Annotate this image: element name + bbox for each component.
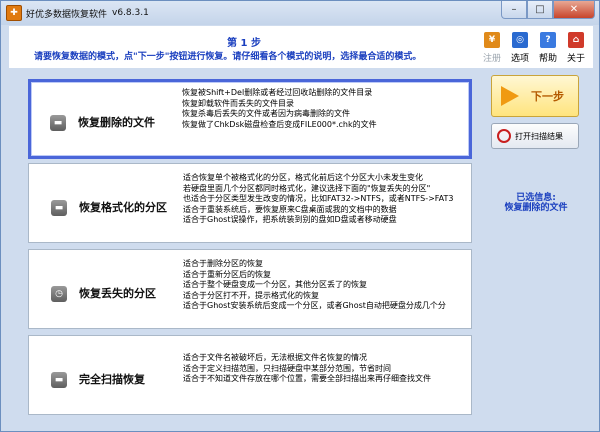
- mode-desc-line: 也适合于分区类型发生改变的情况，比如FAT32->NTFS，或者NTFS->FA…: [183, 194, 454, 203]
- mode-description: 适合于文件名被破坏后，无法根据文件名恢复的情况 适合于定义扫描范围，只扫描硬盘中…: [183, 336, 471, 414]
- mode-desc-line: 适合于整个硬盘变成一个分区，其他分区丢了的恢复: [183, 280, 367, 289]
- next-step-button[interactable]: 下一步: [491, 75, 579, 117]
- step-instruction: 请要恢复数据的模式，点"下一步"按钮进行恢复。请仔细看各个模式的说明，选择最合适…: [34, 52, 422, 62]
- mode-desc-line: 适合恢复单个被格式化的分区，格式化前后这个分区大小未发生变化: [183, 173, 423, 182]
- arrow-right-icon: [501, 86, 519, 106]
- step-header: 第 1 步 请要恢复数据的模式，点"下一步"按钮进行恢复。请仔细看各个模式的说明…: [9, 26, 593, 68]
- cart-icon: ¥: [484, 32, 500, 48]
- window-version: v6.8.3.1: [112, 8, 149, 18]
- help-icon: ?: [540, 32, 556, 48]
- mode-desc-line: 若硬盘里面几个分区都同时格式化，建议选择下面的"恢复丢失的分区": [183, 183, 431, 193]
- mode-option-recover-deleted[interactable]: ▬ 恢复删除的文件 恢复被Shift+Del删除或者经过回收站删除的文件目录 恢…: [28, 79, 472, 159]
- window-controls: – □ ✕: [501, 1, 595, 21]
- toolbar: ¥ 注册 ◎ 选项 ? 帮助 ⌂ 关于: [480, 32, 588, 64]
- home-icon: ⌂: [568, 32, 584, 48]
- help-label: 帮助: [538, 54, 557, 64]
- mode-desc-line: 适合于重装系统后，要恢复原来C盘桌面或我的文档中的数据: [183, 204, 397, 214]
- open-scan-result-label: 打开扫描结果: [515, 131, 563, 141]
- disk-icon: ▬: [50, 115, 66, 131]
- options-icon: ◎: [512, 32, 528, 48]
- mode-description: 恢复被Shift+Del删除或者经过回收站删除的文件目录 恢复卸载软件而丢失的文…: [182, 82, 469, 156]
- close-button[interactable]: ✕: [553, 1, 595, 19]
- mode-desc-line: 恢复被Shift+Del删除或者经过回收站删除的文件目录: [182, 88, 373, 97]
- clock-icon: ◷: [51, 286, 67, 302]
- mode-desc-line: 适合于Ghost安装系统后变成一个分区，或者Ghost自动把硬盘分成几个分: [183, 301, 446, 310]
- selected-info-value: 恢复删除的文件: [504, 203, 568, 213]
- mode-desc-line: 适合于定义扫描范围，只扫描硬盘中某部分范围，节省时间: [183, 363, 391, 373]
- app-window: ✚ 好优多数据恢复软件 v6.8.3.1 – □ ✕ 第 1 步 请要恢复数据的…: [0, 0, 600, 432]
- mode-desc-line: 恢复做了ChkDsk磁盘检查后变成FILE000*.chk的文件: [182, 119, 377, 129]
- disk-icon: ▬: [51, 372, 67, 388]
- mode-option-recover-formatted[interactable]: ▬ 恢复格式化的分区 适合恢复单个被格式化的分区，格式化前后这个分区大小未发生变…: [28, 163, 472, 243]
- mode-name: 完全扫描恢复: [79, 373, 145, 386]
- mode-name: 恢复格式化的分区: [79, 201, 167, 214]
- mode-option-full-scan[interactable]: ▬ 完全扫描恢复 适合于文件名被破坏后，无法根据文件名恢复的情况 适合于定义扫描…: [28, 335, 472, 415]
- options-label: 选项: [510, 54, 529, 64]
- action-panel: 下一步 打开扫描结果 已选信息: 恢复删除的文件: [477, 69, 595, 427]
- mode-desc-line: 适合于分区打不开，提示格式化的恢复: [183, 290, 319, 300]
- mode-desc-line: 恢复卸载软件而丢失的文件目录: [182, 98, 294, 108]
- mode-option-recover-lost-partition[interactable]: ◷ 恢复丢失的分区 适合于删除分区的恢复 适合于重新分区后的恢复 适合于整个硬盘…: [28, 249, 472, 329]
- mode-desc-line: 恢复杀毒后丢失的文件或者因为病毒删除的文件: [182, 109, 350, 118]
- step-title: 第 1 步: [227, 38, 261, 49]
- open-scan-result-button[interactable]: 打开扫描结果: [491, 123, 579, 149]
- mode-desc-line: 适合于重新分区后的恢复: [183, 269, 271, 279]
- app-logo-icon: ✚: [6, 5, 22, 21]
- about-button[interactable]: ⌂ 关于: [564, 32, 588, 64]
- register-button[interactable]: ¥ 注册: [480, 32, 504, 64]
- mode-description: 适合于删除分区的恢复 适合于重新分区后的恢复 适合于整个硬盘变成一个分区，其他分…: [183, 250, 471, 328]
- mode-desc-line: 适合于不知道文件存放在哪个位置，需要全部扫描出来再仔细查找文件: [183, 374, 431, 383]
- next-step-label: 下一步: [531, 90, 564, 103]
- mode-name: 恢复丢失的分区: [79, 287, 156, 300]
- mode-list: ▬ 恢复删除的文件 恢复被Shift+Del删除或者经过回收站删除的文件目录 恢…: [9, 69, 473, 427]
- window-title: 好优多数据恢复软件: [26, 9, 108, 20]
- title-bar: ✚ 好优多数据恢复软件 v6.8.3.1 – □ ✕: [1, 1, 599, 25]
- mode-name: 恢复删除的文件: [78, 116, 155, 129]
- options-button[interactable]: ◎ 选项: [508, 32, 532, 64]
- disk-icon: ▬: [51, 200, 67, 216]
- help-button[interactable]: ? 帮助: [536, 32, 560, 64]
- record-icon: [497, 129, 511, 143]
- mode-desc-line: 适合于删除分区的恢复: [183, 259, 263, 268]
- maximize-button[interactable]: □: [527, 1, 553, 19]
- mode-description: 适合恢复单个被格式化的分区，格式化前后这个分区大小未发生变化 若硬盘里面几个分区…: [183, 164, 471, 242]
- about-label: 关于: [566, 54, 585, 64]
- mode-desc-line: 适合于文件名被破坏后，无法根据文件名恢复的情况: [183, 353, 367, 362]
- mode-desc-line: 适合于Ghost误操作，把系统装到别的盘如D盘或者移动硬盘: [183, 215, 397, 224]
- register-label: 注册: [482, 54, 501, 64]
- minimize-button[interactable]: –: [501, 1, 527, 19]
